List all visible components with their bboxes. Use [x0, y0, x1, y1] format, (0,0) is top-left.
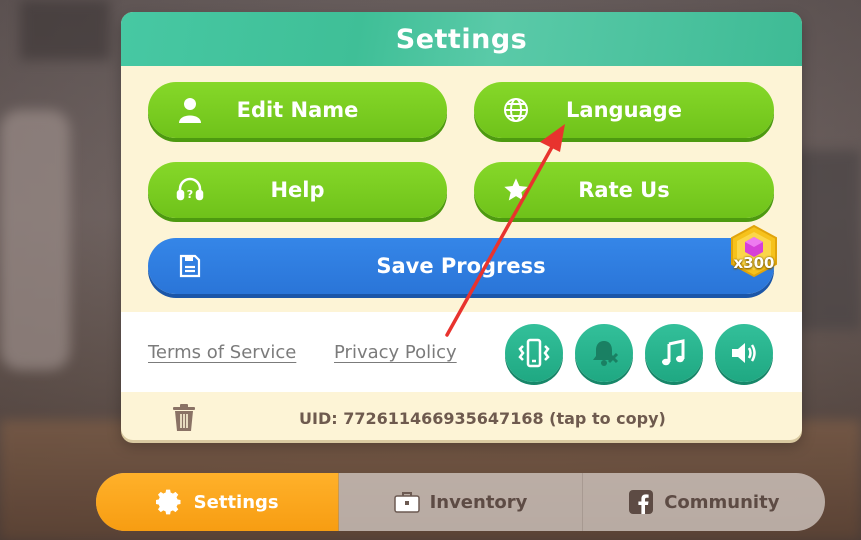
background-mannequin: [0, 110, 70, 370]
edit-name-button[interactable]: Edit Name: [148, 82, 447, 138]
tab-inventory[interactable]: Inventory: [339, 473, 583, 531]
language-button[interactable]: Language: [474, 82, 774, 138]
music-icon: [662, 339, 685, 366]
uid-copy-text[interactable]: UID: 772611466935647168 (tap to copy): [299, 409, 666, 428]
globe-icon: [502, 96, 530, 124]
reward-amount: x300: [733, 254, 775, 272]
reward-badge: x300: [729, 224, 779, 278]
tab-community-label: Community: [664, 491, 780, 513]
tab-inventory-label: Inventory: [429, 491, 528, 513]
tab-community[interactable]: Community: [583, 473, 825, 531]
privacy-policy-link[interactable]: Privacy Policy: [334, 342, 457, 363]
save-progress-button[interactable]: Save Progress: [148, 238, 774, 294]
sound-toggle[interactable]: [715, 324, 773, 382]
page-title: Settings: [395, 23, 528, 55]
background-shadow: [20, 0, 110, 60]
music-toggle[interactable]: [645, 324, 703, 382]
settings-panel: Settings Edit Name Language ? Help Rate …: [121, 12, 802, 440]
facebook-icon: [629, 490, 654, 514]
notifications-toggle[interactable]: [575, 324, 633, 382]
save-document-icon: [176, 252, 204, 280]
panel-header: Settings: [121, 12, 802, 66]
tab-settings[interactable]: Settings: [96, 473, 340, 531]
user-icon: [176, 96, 204, 124]
gear-icon: [155, 489, 181, 515]
tab-settings-label: Settings: [193, 491, 279, 513]
rate-us-button[interactable]: Rate Us: [474, 162, 774, 218]
headset-help-icon: ?: [176, 176, 204, 204]
terms-of-service-link[interactable]: Terms of Service: [148, 342, 296, 363]
star-icon: [502, 176, 530, 204]
briefcase-icon: [393, 492, 420, 513]
svg-text:?: ?: [187, 188, 193, 201]
bottom-nav: Settings Inventory Community: [96, 473, 825, 531]
vibration-toggle[interactable]: [505, 324, 563, 382]
uid-row: UID: 772611466935647168 (tap to copy): [121, 396, 802, 440]
save-progress-label: Save Progress: [376, 254, 546, 278]
notifications-muted-icon: [593, 341, 619, 366]
vibration-icon: [518, 338, 550, 368]
sound-icon: [732, 343, 756, 363]
help-button[interactable]: ? Help: [148, 162, 447, 218]
